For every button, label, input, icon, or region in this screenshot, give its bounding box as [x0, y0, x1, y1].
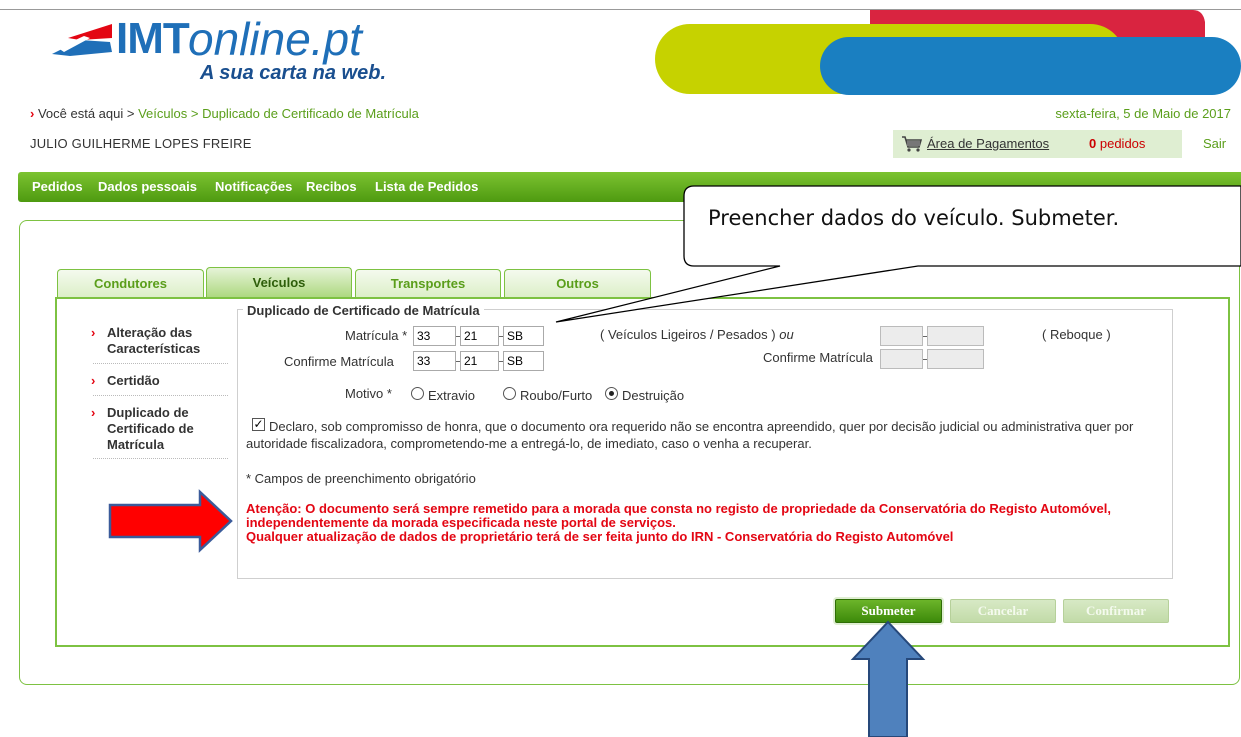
current-date: sexta-feira, 5 de Maio de 2017	[1055, 106, 1231, 121]
plate-confirm-part2-input[interactable]	[460, 351, 499, 371]
nav-item-pedidos[interactable]: Pedidos	[32, 179, 83, 194]
or-label: ou	[779, 327, 794, 342]
plate-confirm-label: Confirme Matrícula	[284, 354, 394, 369]
warning-line: Qualquer atualização de dados de proprie…	[246, 529, 954, 544]
declaration-checkbox[interactable]: ✓	[252, 418, 265, 431]
side-menu-label: Certidão	[107, 373, 160, 388]
tab-veiculos[interactable]: Veículos	[206, 267, 352, 299]
declaration-text-line1: Declaro, sob compromisso de honra, que o…	[269, 419, 1134, 434]
side-menu-label: Alteração das Características	[107, 325, 201, 356]
warning-message: Atenção: O documento será sempre remetid…	[246, 502, 1156, 544]
shopping-cart-icon	[902, 136, 923, 152]
orders-count-label: pedidos	[1099, 136, 1146, 151]
header-banner-graphic	[655, 10, 1241, 95]
side-menu-divider	[93, 395, 228, 396]
nav-item-dados-pessoais[interactable]: Dados pessoais	[98, 179, 197, 194]
confirm-button[interactable]: Confirmar	[1063, 599, 1169, 623]
breadcrumb-prefix: Você está aqui >	[37, 106, 135, 121]
trailer-part2-input[interactable]	[927, 326, 984, 346]
side-menu-item-duplicado[interactable]: › Duplicado de Certificado de Matrícula	[91, 405, 207, 453]
trailer-confirm-part1-input[interactable]	[880, 349, 923, 369]
plate-part3-input[interactable]	[503, 326, 544, 346]
logo-imt-text: IMT	[116, 14, 190, 63]
warning-line: Atenção: O documento será sempre remetid…	[246, 501, 1111, 516]
motive-radio-destruicao[interactable]	[605, 387, 618, 400]
menu-arrow-icon: ›	[91, 373, 96, 388]
vehicle-type-note: ( Veículos Ligeiros / Pesados ) ou	[600, 327, 794, 342]
side-menu-item-certidao[interactable]: › Certidão	[91, 373, 160, 389]
logout-link[interactable]: Sair	[1203, 136, 1226, 151]
logo-online-text: online.pt	[188, 13, 362, 65]
orders-count-number: 0	[1089, 136, 1097, 151]
nav-item-lista-pedidos[interactable]: Lista de Pedidos	[375, 179, 478, 194]
callout-text: Preencher dados do veículo. Submeter.	[708, 206, 1120, 230]
plate-label: Matrícula *	[345, 328, 408, 343]
motive-option-label[interactable]: Extravio	[428, 388, 475, 403]
payments-area-link[interactable]: Área de Pagamentos	[927, 136, 1049, 151]
plate-part1-input[interactable]	[413, 326, 456, 346]
side-menu-item-alteracao[interactable]: › Alteração das Características	[91, 325, 227, 357]
trailer-confirm-part2-input[interactable]	[927, 349, 984, 369]
warning-line: independentemente da morada especificada…	[246, 515, 676, 530]
breadcrumb: › Você está aqui > Veículos > Duplicado …	[30, 106, 419, 121]
imt-logo[interactable]: IMT online.pt A sua carta na web.	[50, 13, 410, 94]
plate-part2-input[interactable]	[460, 326, 499, 346]
nav-item-notificacoes[interactable]: Notificações	[215, 179, 292, 194]
main-navigation: Pedidos Dados pessoais Notificações Reci…	[18, 172, 1241, 202]
submit-button[interactable]: Submeter	[835, 599, 942, 623]
breadcrumb-link-vehicles[interactable]: Veículos	[138, 106, 187, 121]
motive-radio-extravio[interactable]	[411, 387, 424, 400]
vehicle-type-text: ( Veículos Ligeiros / Pesados )	[600, 327, 776, 342]
side-menu-label: Duplicado de Certificado de Matrícula	[107, 405, 194, 452]
tab-condutores[interactable]: Condutores	[57, 269, 204, 297]
motive-option-label[interactable]: Destruição	[622, 388, 684, 403]
menu-arrow-icon: ›	[91, 405, 96, 420]
payments-box: Área de Pagamentos 0 pedidos	[893, 130, 1182, 158]
menu-arrow-icon: ›	[91, 325, 96, 340]
orders-count[interactable]: 0 pedidos	[1089, 136, 1145, 151]
trailer-note: ( Reboque )	[1042, 327, 1111, 342]
trailer-confirm-label: Confirme Matrícula	[763, 350, 873, 365]
side-menu-divider	[93, 458, 228, 459]
trailer-part1-input[interactable]	[880, 326, 923, 346]
required-fields-note: * Campos de preenchimento obrigatório	[246, 471, 476, 486]
side-menu-divider	[93, 363, 228, 364]
motive-label: Motivo *	[345, 386, 392, 401]
plate-confirm-part1-input[interactable]	[413, 351, 456, 371]
form-legend: Duplicado de Certificado de Matrícula	[243, 303, 484, 318]
plate-confirm-part3-input[interactable]	[503, 351, 544, 371]
declaration-text-line2: autoridade fiscalizadora, comprometendo-…	[246, 436, 812, 451]
logo-tagline: A sua carta na web.	[200, 62, 386, 84]
nav-item-recibos[interactable]: Recibos	[306, 179, 357, 194]
motive-option-label[interactable]: Roubo/Furto	[520, 388, 592, 403]
cancel-button[interactable]: Cancelar	[950, 599, 1056, 623]
tab-transportes[interactable]: Transportes	[355, 269, 501, 297]
breadcrumb-current: > Duplicado de Certificado de Matrícula	[190, 106, 419, 121]
imt-swoosh-icon	[52, 24, 112, 56]
motive-radio-roubo[interactable]	[503, 387, 516, 400]
breadcrumb-arrow-icon: ›	[30, 106, 35, 121]
user-name: JULIO GUILHERME LOPES FREIRE	[30, 136, 252, 151]
tab-outros[interactable]: Outros	[504, 269, 651, 297]
